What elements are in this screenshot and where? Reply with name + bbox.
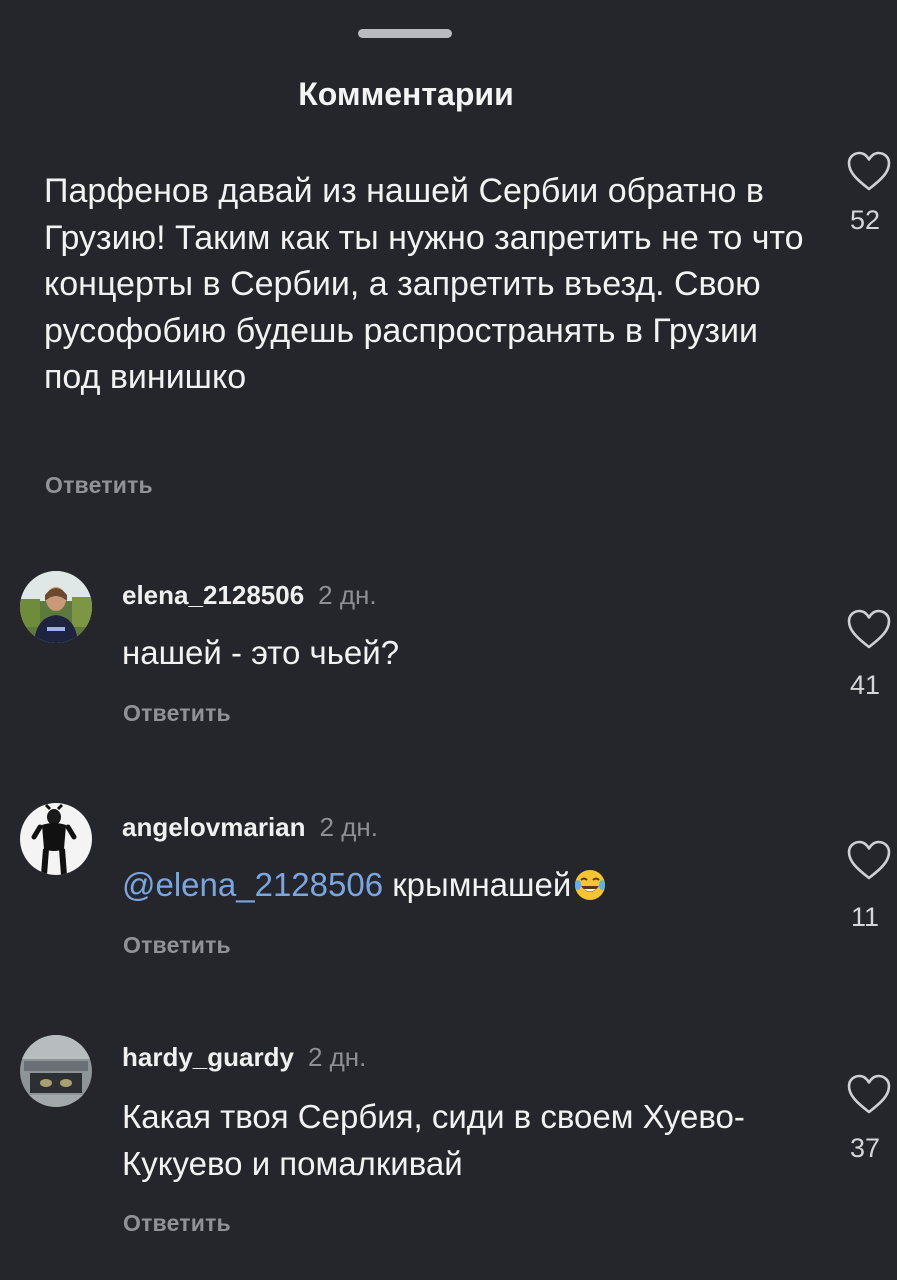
avatar-photo	[20, 1035, 92, 1107]
avatar[interactable]	[20, 571, 92, 643]
reply-button[interactable]: Ответить	[123, 700, 231, 727]
heart-icon	[847, 840, 891, 880]
drag-handle[interactable]	[358, 29, 452, 38]
reply-button[interactable]: Ответить	[123, 1210, 231, 1237]
comment-text: нашей - это чьей?	[122, 634, 400, 671]
sheet-title: Комментарии	[298, 76, 514, 112]
heart-icon	[847, 1074, 891, 1114]
comment-text: @elena_2128506 крымнашей	[122, 862, 812, 909]
like-button[interactable]	[843, 150, 895, 192]
like-button[interactable]	[843, 608, 895, 650]
like-count: 11	[850, 902, 880, 932]
like-count: 37	[849, 1133, 881, 1163]
heart-icon	[847, 609, 891, 649]
mention-link[interactable]: @elena_2128506	[122, 866, 383, 903]
avatar[interactable]	[20, 1035, 92, 1107]
timestamp: 2 дн.	[307, 1042, 367, 1072]
reply-button[interactable]: Ответить	[45, 472, 153, 499]
comment-text: Какая твоя Сербия, сиди в своем Хуево-Ку…	[122, 1098, 745, 1182]
username[interactable]: elena_2128506	[122, 580, 304, 610]
timestamp: 2 дн.	[319, 812, 378, 842]
reply-button[interactable]: Ответить	[123, 932, 231, 959]
comment-text: Парфенов давай из нашей Сербии обратно в…	[44, 172, 804, 396]
comment-meta: angelovmarian 2 дн.	[122, 812, 378, 843]
comment-meta: elena_2128506 2 дн.	[122, 580, 377, 611]
username[interactable]: angelovmarian	[122, 812, 306, 842]
comment-body: крымнашей	[383, 866, 572, 903]
heart-icon	[847, 151, 891, 191]
like-button[interactable]	[843, 1073, 895, 1115]
like-count: 52	[849, 205, 881, 235]
like-count: 41	[849, 670, 881, 700]
comment-meta: hardy_guardy 2 дн.	[122, 1042, 366, 1073]
avatar-photo	[20, 803, 92, 875]
username[interactable]: hardy_guardy	[122, 1042, 294, 1072]
timestamp: 2 дн.	[318, 580, 377, 610]
face-with-tears-of-joy-icon	[573, 868, 607, 902]
like-button[interactable]	[843, 839, 895, 881]
avatar-photo	[20, 571, 92, 643]
avatar[interactable]	[20, 803, 92, 875]
